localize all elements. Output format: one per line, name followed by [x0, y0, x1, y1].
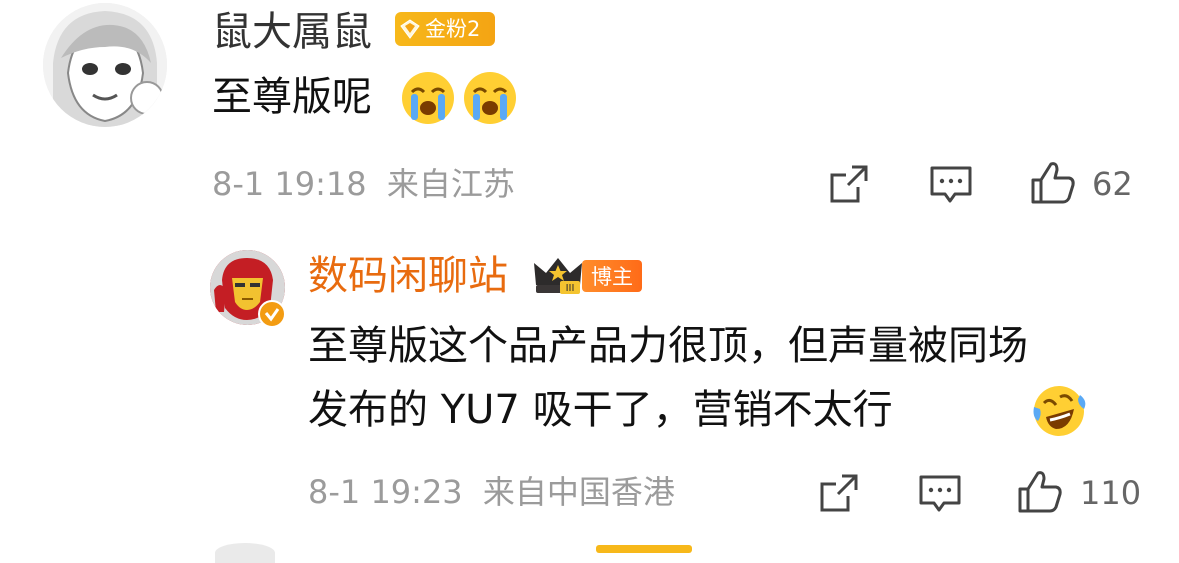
thumbs-up-icon[interactable]	[1016, 469, 1064, 515]
share-icon[interactable]	[818, 472, 860, 514]
timestamp: 8-1 19:23	[308, 473, 463, 511]
next-comment-avatar	[215, 543, 275, 563]
crown-badge-icon[interactable]: III	[532, 255, 584, 295]
comment-icon[interactable]	[929, 165, 973, 205]
laughing-tears-emoji-icon	[1030, 383, 1088, 439]
verified-badge-icon	[258, 300, 286, 328]
avatar[interactable]	[43, 3, 167, 127]
comment-text: 至尊版呢	[212, 70, 372, 125]
like-count: 110	[1080, 474, 1142, 512]
host-badge[interactable]: 博主	[582, 260, 642, 292]
next-comment-badge	[596, 545, 692, 553]
reply-text-line-1: 至尊版这个品产品力很顶，但声量被同场	[308, 323, 1028, 369]
anime-girl-avatar-icon	[43, 3, 167, 127]
reply-text-line-2: 发布的 YU7 吸干了，营销不太行	[308, 387, 893, 433]
username[interactable]: 数码闲聊站	[308, 256, 508, 296]
fan-badge[interactable]: 金粉2	[395, 12, 495, 46]
fan-badge-label: 金粉2	[425, 16, 481, 41]
crying-emoji-icon	[462, 70, 518, 126]
thumbs-up-icon[interactable]	[1029, 160, 1077, 206]
reply-meta: 8-1 19:23 来自中国香港	[308, 476, 675, 508]
svg-text:III: III	[566, 283, 575, 294]
location: 来自中国香港	[482, 473, 675, 511]
username[interactable]: 鼠大属鼠	[212, 12, 372, 52]
share-icon[interactable]	[828, 163, 870, 205]
crying-emoji-icon	[400, 70, 456, 126]
location: 来自江苏	[386, 165, 515, 203]
timestamp: 8-1 19:18	[212, 165, 367, 203]
diamond-icon	[400, 19, 420, 39]
comment-icon[interactable]	[918, 474, 962, 514]
host-badge-label: 博主	[591, 265, 633, 289]
comment-body: 至尊版呢	[212, 74, 372, 120]
like-count: 62	[1092, 165, 1133, 203]
comment-meta: 8-1 19:18 来自江苏	[212, 168, 515, 200]
